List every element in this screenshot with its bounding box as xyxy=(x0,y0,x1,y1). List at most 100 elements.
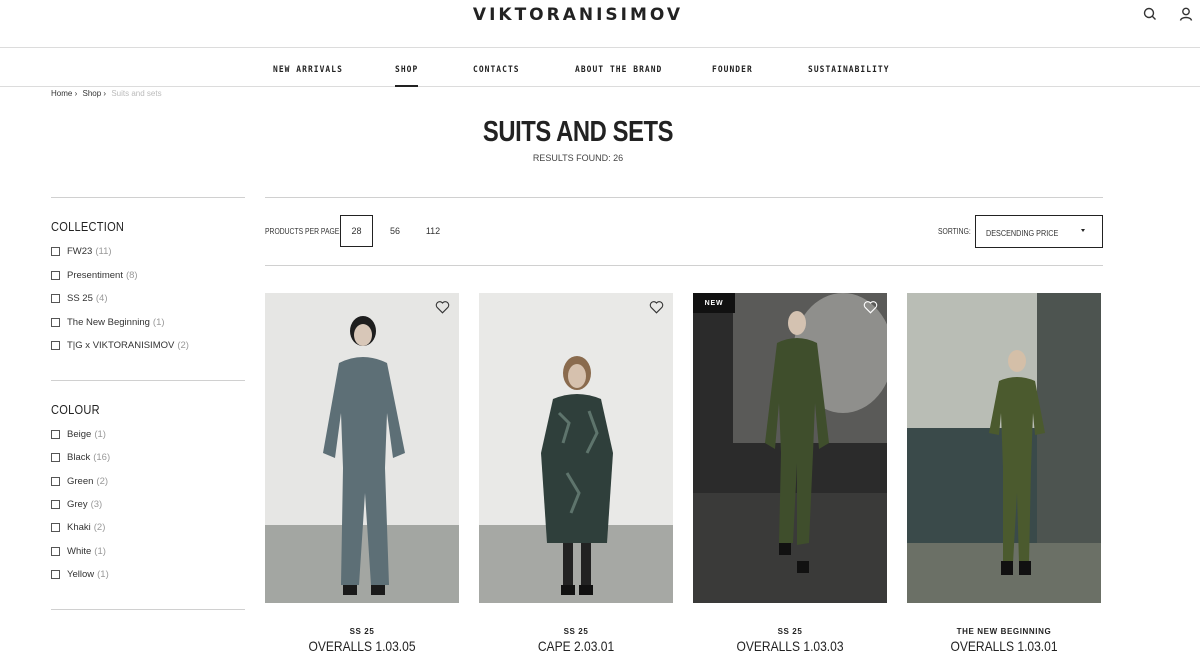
checkbox[interactable] xyxy=(51,318,60,327)
per-page-label: PRODUCTS PER PAGE: xyxy=(265,227,342,236)
filter-count: (2) xyxy=(93,522,106,533)
main-nav: NEW ARRIVALS SHOP CONTACTS ABOUT THE BRA… xyxy=(0,48,1200,87)
heart-icon[interactable] xyxy=(435,300,450,314)
sidebar-divider xyxy=(51,380,245,381)
product-name[interactable]: OVERALLS 1.03.05 xyxy=(279,638,446,654)
nav-shop[interactable]: SHOP xyxy=(395,65,418,75)
filter-label: Khaki xyxy=(67,522,91,533)
nav-contacts[interactable]: CONTACTS xyxy=(473,65,520,75)
filter-count: (1) xyxy=(94,429,106,440)
colour-heading: COLOUR xyxy=(51,402,100,417)
checkbox[interactable] xyxy=(51,294,60,303)
product-card[interactable]: SS 25 OVERALLS 1.03.05 xyxy=(265,293,459,654)
product-collection: SS 25 xyxy=(563,627,589,636)
filter-collection-ss25[interactable]: SS 25 (4) xyxy=(51,293,108,304)
product-image[interactable]: NEW xyxy=(693,293,887,603)
product-image[interactable] xyxy=(265,293,459,603)
chevron-down-icon xyxy=(1081,229,1085,232)
filter-colour-grey[interactable]: Grey (3) xyxy=(51,499,102,510)
filter-label: Grey xyxy=(67,499,88,510)
checkbox[interactable] xyxy=(51,247,60,256)
sorting-value: DESCENDING PRICE xyxy=(986,228,1059,238)
product-collection: THE NEW BEGINNING xyxy=(956,627,1052,636)
breadcrumb: Home › Shop › Suits and sets xyxy=(51,89,165,98)
filter-label: SS 25 xyxy=(67,293,93,304)
filter-label: The New Beginning xyxy=(67,317,150,328)
filter-label: Beige xyxy=(67,429,92,440)
filter-count: (1) xyxy=(94,546,106,557)
filter-colour-khaki[interactable]: Khaki (2) xyxy=(51,522,105,533)
toolbar-divider xyxy=(265,265,1103,266)
product-card[interactable]: SS 25 CAPE 2.03.01 xyxy=(479,293,673,654)
filter-label: Yellow xyxy=(67,569,95,580)
product-image[interactable] xyxy=(907,293,1101,603)
filter-colour-white[interactable]: White (1) xyxy=(51,546,106,557)
page-title: SUITS AND SETS xyxy=(482,116,674,148)
nav-new-arrivals[interactable]: NEW ARRIVALS xyxy=(273,65,343,75)
filter-colour-beige[interactable]: Beige (1) xyxy=(51,429,106,440)
nav-about-the-brand[interactable]: ABOUT THE BRAND xyxy=(575,65,662,75)
product-collection: SS 25 xyxy=(349,627,375,636)
filter-count: (1) xyxy=(97,569,109,580)
filter-colour-green[interactable]: Green (2) xyxy=(51,476,108,487)
sorting-dropdown[interactable]: DESCENDING PRICE xyxy=(975,215,1103,248)
sidebar-divider xyxy=(51,609,245,610)
breadcrumb-separator: › xyxy=(74,89,78,98)
product-card[interactable]: THE NEW BEGINNING OVERALLS 1.03.01 xyxy=(907,293,1101,654)
user-icon[interactable] xyxy=(1178,6,1194,22)
toolbar-divider xyxy=(265,197,1103,198)
filter-label: Black xyxy=(67,452,91,463)
filter-label: FW23 xyxy=(67,246,93,257)
filter-label: T|G x VIKTORANISIMOV xyxy=(67,340,175,351)
search-icon[interactable] xyxy=(1142,6,1158,22)
filter-collection-presentiment[interactable]: Presentiment (8) xyxy=(51,270,138,281)
filter-count: (1) xyxy=(152,317,165,328)
filter-label: Presentiment xyxy=(67,270,123,281)
results-count: RESULTS FOUND: 26 xyxy=(532,153,624,163)
heart-icon[interactable] xyxy=(649,300,664,314)
sidebar-divider xyxy=(51,197,245,198)
collection-heading: COLLECTION xyxy=(51,219,125,234)
filter-label: Green xyxy=(67,476,94,487)
nav-active-indicator xyxy=(395,85,418,87)
checkbox[interactable] xyxy=(51,271,60,280)
nav-sustainability[interactable]: SUSTAINABILITY xyxy=(808,65,890,75)
checkbox[interactable] xyxy=(51,430,60,439)
filter-count: (2) xyxy=(177,340,189,351)
breadcrumb-home[interactable]: Home xyxy=(51,89,72,98)
checkbox[interactable] xyxy=(51,547,60,556)
filter-count: (2) xyxy=(96,476,109,487)
product-name[interactable]: OVERALLS 1.03.03 xyxy=(707,638,874,654)
breadcrumb-separator: › xyxy=(103,89,107,98)
per-page-option-56[interactable]: 56 xyxy=(382,215,408,247)
site-header: VIKTORANISIMOV xyxy=(0,0,1200,48)
product-image[interactable] xyxy=(479,293,673,603)
filter-count: (11) xyxy=(95,246,112,257)
nav-founder[interactable]: FOUNDER xyxy=(712,65,753,75)
checkbox[interactable] xyxy=(51,453,60,462)
new-badge: NEW xyxy=(693,293,735,313)
filter-colour-yellow[interactable]: Yellow (1) xyxy=(51,569,109,580)
filter-collection-new-beginning[interactable]: The New Beginning (1) xyxy=(51,317,165,328)
checkbox[interactable] xyxy=(51,500,60,509)
filter-colour-black[interactable]: Black (16) xyxy=(51,452,110,463)
heart-icon[interactable] xyxy=(863,300,878,314)
filter-collection-fw23[interactable]: FW23 (11) xyxy=(51,246,112,257)
brand-logo[interactable]: VIKTORANISIMOV xyxy=(0,5,1156,25)
filter-count: (4) xyxy=(95,293,108,304)
checkbox[interactable] xyxy=(51,570,60,579)
product-card[interactable]: NEW SS 25 OVERALLS 1.03.03 xyxy=(693,293,887,654)
per-page-option-112[interactable]: 112 xyxy=(420,215,446,247)
breadcrumb-shop[interactable]: Shop xyxy=(82,89,101,98)
checkbox[interactable] xyxy=(51,477,60,486)
checkbox[interactable] xyxy=(51,523,60,532)
filter-label: White xyxy=(67,546,92,557)
per-page-option-28[interactable]: 28 xyxy=(340,215,373,247)
product-name[interactable]: OVERALLS 1.03.01 xyxy=(921,638,1088,654)
breadcrumb-current: Suits and sets xyxy=(111,89,162,98)
product-name[interactable]: CAPE 2.03.01 xyxy=(493,638,660,654)
product-collection: SS 25 xyxy=(777,627,803,636)
sorting-label: SORTING: xyxy=(938,227,971,236)
filter-collection-tg[interactable]: T|G x VIKTORANISIMOV (2) xyxy=(51,340,189,351)
checkbox[interactable] xyxy=(51,341,60,350)
